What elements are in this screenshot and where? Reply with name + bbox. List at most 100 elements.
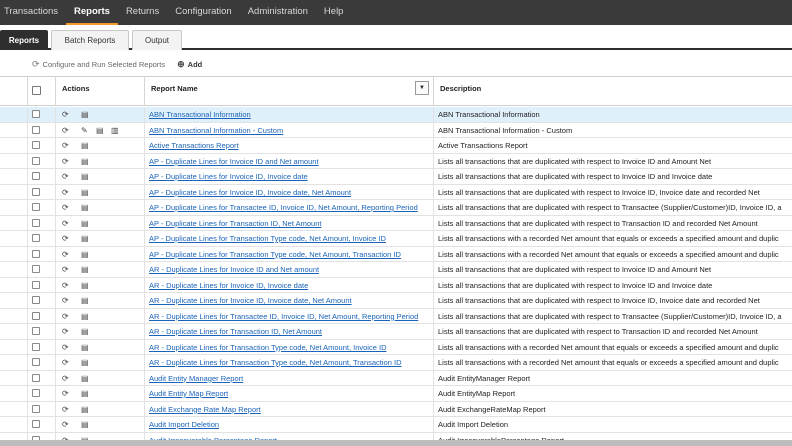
- view-report-icon[interactable]: ▤: [81, 264, 89, 275]
- table-row[interactable]: ⟳ ▤ AP - Duplicate Lines for Transaction…: [0, 215, 792, 231]
- report-name-link[interactable]: AP - Duplicate Lines for Invoice ID, Inv…: [149, 172, 308, 181]
- run-icon[interactable]: ⟳: [62, 373, 69, 384]
- run-icon[interactable]: ⟳: [62, 140, 69, 151]
- row-checkbox[interactable]: [32, 296, 40, 304]
- report-name-link[interactable]: Audit Entity Manager Report: [149, 374, 243, 383]
- row-checkbox[interactable]: [32, 265, 40, 273]
- run-icon[interactable]: ⟳: [62, 404, 69, 415]
- report-name-link[interactable]: Audit Entity Map Report: [149, 389, 228, 398]
- row-checkbox[interactable]: [32, 125, 40, 134]
- view-report-icon[interactable]: ▤: [81, 295, 89, 306]
- run-icon[interactable]: ⟳: [62, 326, 69, 337]
- report-name-link[interactable]: AP - Duplicate Lines for Transaction Typ…: [149, 250, 401, 259]
- run-icon[interactable]: ⟳: [62, 249, 69, 260]
- report-name-link[interactable]: AR - Duplicate Lines for Transaction ID,…: [149, 327, 322, 336]
- table-row[interactable]: ⟳ ▤ Audit Exchange Rate Map Report Audit…: [0, 401, 792, 417]
- view-report-icon[interactable]: ▤: [81, 280, 89, 291]
- row-checkbox[interactable]: [32, 404, 40, 413]
- report-name-link[interactable]: AP - Duplicate Lines for Transaction ID,…: [149, 219, 321, 228]
- report-name-link[interactable]: AR - Duplicate Lines for Transactee ID, …: [149, 312, 418, 321]
- tab-batch-reports[interactable]: Batch Reports: [51, 30, 129, 50]
- run-icon[interactable]: ⟳: [62, 419, 69, 430]
- table-row[interactable]: ⟳ ▤ AP - Duplicate Lines for Invoice ID …: [0, 153, 792, 169]
- nav-item-transactions[interactable]: Transactions: [0, 0, 66, 25]
- view-report-icon[interactable]: ▤: [81, 404, 89, 415]
- view-report-icon[interactable]: ▤: [81, 218, 89, 229]
- row-checkbox[interactable]: [32, 187, 40, 196]
- run-icon[interactable]: ⟳: [62, 125, 69, 136]
- row-checkbox[interactable]: [32, 156, 40, 165]
- report-name-link[interactable]: AP - Duplicate Lines for Invoice ID, Inv…: [149, 188, 351, 197]
- view-report-icon[interactable]: ▤: [81, 171, 89, 182]
- view-report-icon[interactable]: ▤: [81, 140, 89, 151]
- run-icon[interactable]: ⟳: [62, 218, 69, 229]
- table-row[interactable]: ⟳ ▤ AR - Duplicate Lines for Invoice ID …: [0, 262, 792, 278]
- run-icon[interactable]: ⟳: [62, 264, 69, 275]
- run-icon[interactable]: ⟳: [62, 187, 69, 198]
- view-report-icon[interactable]: ▤: [81, 249, 89, 260]
- run-icon[interactable]: ⟳: [62, 233, 69, 244]
- row-checkbox[interactable]: [32, 420, 40, 428]
- add-button[interactable]: ⊕ Add: [177, 59, 202, 70]
- header-report-name[interactable]: Report Name ▼: [145, 77, 434, 106]
- table-row[interactable]: ⟳ ▤ AR - Duplicate Lines for Invoice ID,…: [0, 293, 792, 309]
- report-name-link[interactable]: AR - Duplicate Lines for Invoice ID, Inv…: [149, 281, 308, 290]
- table-row[interactable]: ⟳ ▤ AR - Duplicate Lines for Transactee …: [0, 308, 792, 324]
- view-report-icon[interactable]: ▤: [81, 373, 89, 384]
- nav-item-administration[interactable]: Administration: [240, 0, 316, 25]
- nav-item-returns[interactable]: Returns: [118, 0, 167, 25]
- report-name-link[interactable]: AP - Duplicate Lines for Transactee ID, …: [149, 203, 418, 212]
- table-row[interactable]: ⟳ ▤ Active Transactions Report Active Tr…: [0, 138, 792, 154]
- table-row[interactable]: ⟳ ▤ AR - Duplicate Lines for Transaction…: [0, 324, 792, 340]
- table-row[interactable]: ⟳ ▤ AR - Duplicate Lines for Transaction…: [0, 355, 792, 371]
- tab-reports[interactable]: Reports: [0, 30, 48, 50]
- view-report-icon[interactable]: ▤: [81, 342, 89, 353]
- run-icon[interactable]: ⟳: [62, 388, 69, 399]
- run-icon[interactable]: ⟳: [62, 202, 69, 213]
- run-icon[interactable]: ⟳: [62, 171, 69, 182]
- table-row[interactable]: ⟳ ▤ AR - Duplicate Lines for Invoice ID,…: [0, 277, 792, 293]
- table-row[interactable]: ⟳ ▤ AP - Duplicate Lines for Invoice ID,…: [0, 169, 792, 185]
- report-name-link[interactable]: AP - Duplicate Lines for Transaction Typ…: [149, 234, 386, 243]
- report-name-link[interactable]: AR - Duplicate Lines for Transaction Typ…: [149, 358, 402, 367]
- view-report-icon[interactable]: ▤: [81, 202, 89, 213]
- report-name-link[interactable]: AP - Duplicate Lines for Invoice ID and …: [149, 157, 319, 166]
- view-report-icon[interactable]: ▤: [81, 156, 89, 167]
- table-row[interactable]: ⟳ ▤ AP - Duplicate Lines for Transaction…: [0, 246, 792, 262]
- nav-item-configuration[interactable]: Configuration: [167, 0, 240, 25]
- copy-icon[interactable]: ▤: [96, 125, 104, 136]
- row-checkbox[interactable]: [32, 327, 40, 335]
- row-checkbox[interactable]: [32, 249, 40, 258]
- configure-run-button[interactable]: ⟳ Configure and Run Selected Reports: [32, 59, 165, 70]
- table-row[interactable]: ⟳ ▤ Audit Entity Manager Report Audit En…: [0, 370, 792, 386]
- nav-item-help[interactable]: Help: [316, 0, 352, 25]
- run-icon[interactable]: ⟳: [62, 311, 69, 322]
- report-name-link[interactable]: Active Transactions Report: [149, 141, 239, 150]
- report-name-link[interactable]: ABN Transactional Information - Custom: [149, 126, 283, 135]
- run-icon[interactable]: ⟳: [62, 295, 69, 306]
- table-row[interactable]: ⟳ ▤ AR - Duplicate Lines for Transaction…: [0, 339, 792, 355]
- nav-item-reports[interactable]: Reports: [66, 0, 118, 25]
- row-checkbox[interactable]: [32, 218, 40, 227]
- table-row[interactable]: ⟳ ▤ Audit Import Deletion Audit Import D…: [0, 417, 792, 433]
- row-checkbox[interactable]: [32, 342, 40, 351]
- table-row[interactable]: ⟳ ▤ AP - Duplicate Lines for Transactee …: [0, 200, 792, 216]
- view-report-icon[interactable]: ▤: [81, 357, 89, 368]
- row-checkbox[interactable]: [32, 141, 40, 149]
- edit-pencil-icon[interactable]: ✎: [81, 125, 88, 136]
- report-name-link[interactable]: Audit Import Deletion: [149, 420, 219, 429]
- row-checkbox[interactable]: [32, 280, 40, 289]
- row-checkbox[interactable]: [32, 234, 40, 242]
- chevron-down-icon[interactable]: ▼: [415, 81, 429, 95]
- table-row[interactable]: ⟳ ▤ AP - Duplicate Lines for Invoice ID,…: [0, 184, 792, 200]
- tab-output[interactable]: Output: [132, 30, 182, 50]
- row-checkbox[interactable]: [32, 110, 40, 118]
- view-report-icon[interactable]: ▤: [81, 388, 89, 399]
- report-name-link[interactable]: AR - Duplicate Lines for Transaction Typ…: [149, 343, 386, 352]
- report-name-link[interactable]: ABN Transactional Information: [149, 110, 251, 119]
- view-report-icon[interactable]: ▤: [81, 109, 89, 120]
- table-row[interactable]: ⟳ ▤ ABN Transactional Information ABN Tr…: [0, 107, 792, 123]
- row-checkbox[interactable]: [32, 172, 40, 180]
- row-checkbox[interactable]: [32, 358, 40, 366]
- row-checkbox[interactable]: [32, 373, 40, 382]
